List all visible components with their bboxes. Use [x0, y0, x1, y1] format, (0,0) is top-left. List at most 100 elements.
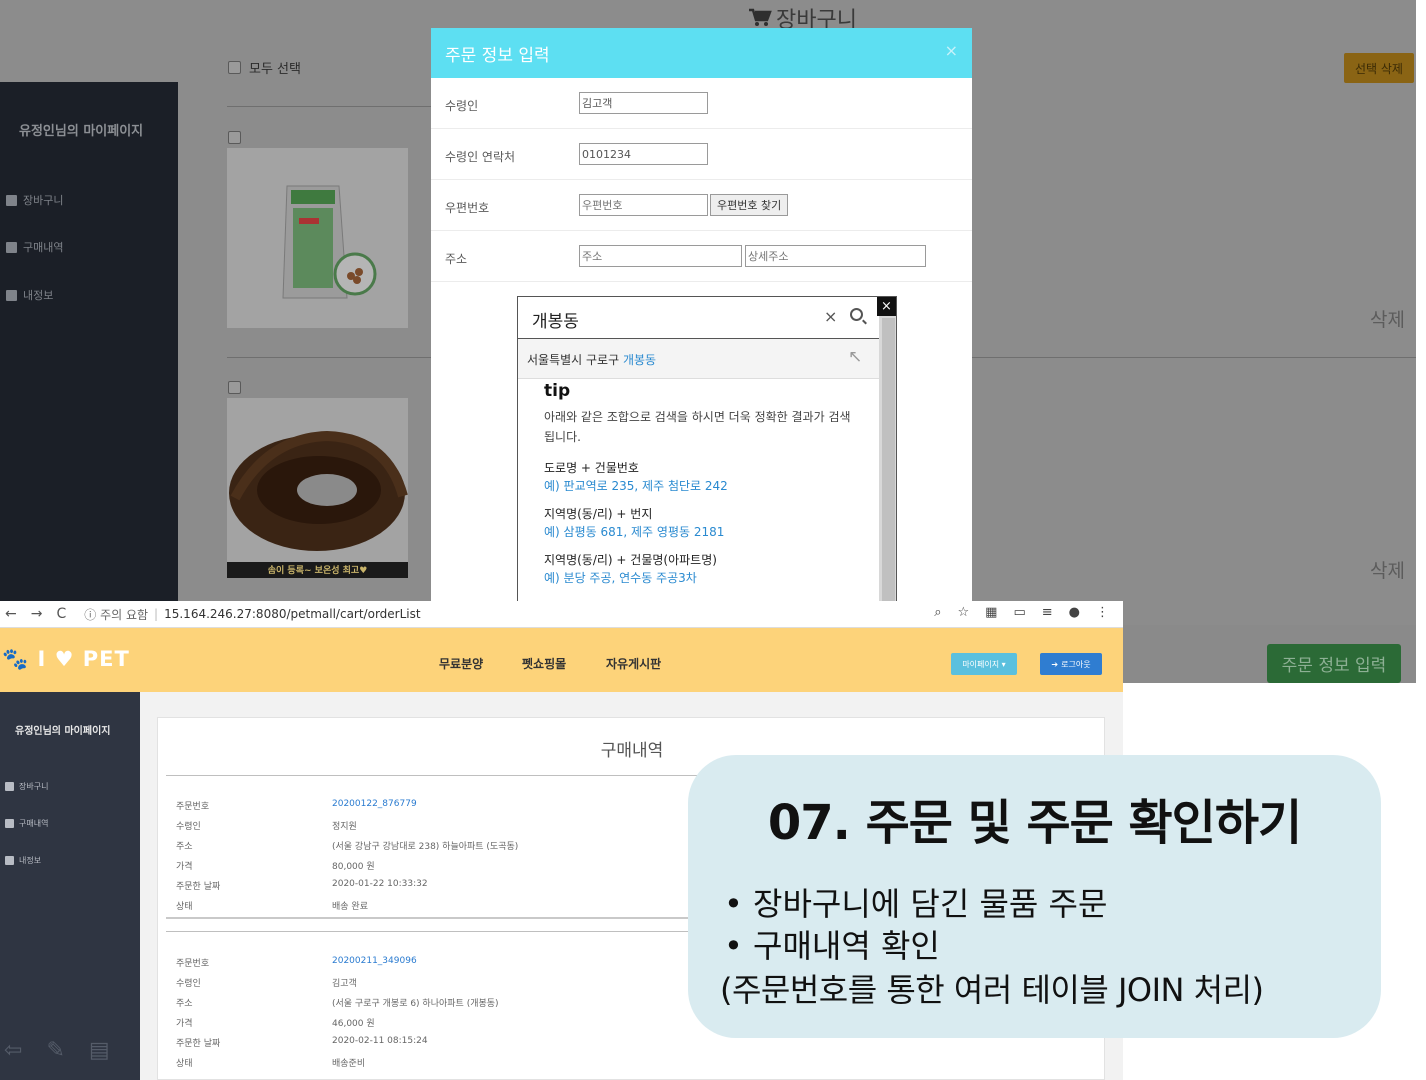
order-field-label: 주문번호 — [176, 959, 210, 969]
product-image-petbed: 솜이 등록~ 보온성 최고♥ — [227, 398, 408, 578]
address-input[interactable] — [579, 245, 742, 267]
sidebar-item-orders[interactable]: 구매내역 — [5, 818, 48, 829]
order-field-label: 상태 — [176, 1059, 193, 1069]
tip-group-example: 예) 삼평동 681, 제주 영평동 2181 — [544, 525, 725, 539]
close-icon[interactable]: × — [945, 41, 958, 60]
order-field-label: 수령인 — [176, 979, 201, 989]
address-detail-input[interactable] — [745, 245, 926, 267]
product-checkbox[interactable] — [228, 381, 241, 394]
reload-icon[interactable]: C — [56, 606, 66, 622]
sidebar-item-orders[interactable]: 구매내역 — [6, 239, 63, 255]
phone-row: 수령인 연락처 — [431, 129, 972, 180]
delete-button[interactable]: 삭제 — [1370, 305, 1405, 332]
cast-icon[interactable]: ▭ — [1013, 605, 1025, 620]
delete-selected-button[interactable]: 선택 삭제 — [1344, 53, 1414, 83]
order-field-label: 가격 — [176, 1019, 193, 1029]
arrow-left-icon[interactable]: ⇦ — [4, 1038, 22, 1063]
forward-icon[interactable]: → — [31, 606, 43, 622]
address-label: 주소 — [445, 252, 468, 266]
address-bar[interactable]: ⓘ 주의 요함 | 15.164.246.27:8080/petmall/car… — [84, 606, 420, 623]
order-row: 상태 배송준비 — [166, 1052, 1096, 1072]
dog-food-bag-icon — [227, 148, 408, 328]
profile-avatar-icon[interactable]: ● — [1069, 605, 1080, 620]
product-caption: 솜이 등록~ 보온성 최고♥ — [267, 566, 368, 576]
phone-input[interactable] — [579, 143, 708, 165]
pencil-icon[interactable]: ✎ — [46, 1038, 64, 1063]
suggestion-text: 서울특별시 구로구 개봉동 — [527, 351, 656, 368]
recipient-label: 수령인 — [445, 99, 479, 113]
sidebar-item-label: 장바구니 — [23, 194, 64, 207]
modal-header: 주문 정보 입력 × — [431, 28, 972, 78]
security-indicator[interactable]: ⓘ 주의 요함 — [84, 606, 148, 623]
order-field-value: 80,000 원 — [332, 862, 375, 872]
list-icon — [6, 241, 17, 253]
nav-free-adoption[interactable]: 무료분양 — [439, 655, 483, 672]
postcode-popup: 개봉동 × × 서울특별시 구로구 개봉동 ↖ tip 아래와 같은 조합으로 … — [517, 296, 897, 628]
order-field-value: 정지원 — [332, 822, 357, 832]
card-icon[interactable]: ▤ — [89, 1038, 110, 1063]
bookmark-star-icon[interactable]: ☆ — [958, 605, 970, 620]
list-icon — [5, 782, 14, 791]
suggestion-highlight: 개봉동 — [622, 353, 657, 367]
popup-scrollbar-thumb[interactable] — [882, 318, 895, 627]
postcode-query-input[interactable]: 개봉동 — [532, 307, 579, 332]
delete-button[interactable]: 삭제 — [1370, 556, 1405, 583]
order-number-link[interactable]: 20200211_349096 — [332, 956, 417, 966]
postcode-tip: tip 아래와 같은 조합으로 검색을 하시면 더욱 정확한 결과가 검색됩니다… — [544, 381, 854, 597]
phone-label: 수령인 연락처 — [445, 150, 516, 164]
postcode-suggestion[interactable]: 서울특별시 구로구 개봉동 ↖ — [518, 339, 879, 379]
tip-group-title: 지역명(동/리) + 건물명(아파트명) — [544, 553, 717, 567]
mypage-button[interactable]: 마이페이지 ▾ — [951, 653, 1017, 675]
url-text[interactable]: 15.164.246.27:8080/petmall/cart/orderLis… — [164, 607, 420, 621]
sidebar-item-label: 내정보 — [23, 289, 54, 302]
callout-bullet: 장바구니에 담긴 물품 주문 — [724, 883, 1107, 925]
search-icon[interactable] — [850, 308, 863, 321]
tip-group-example: 예) 분당 주공, 연수동 주공3차 — [544, 571, 697, 585]
tip-description: 아래와 같은 조합으로 검색을 하시면 더욱 정확한 결과가 검색됩니다. — [544, 410, 851, 444]
logout-button[interactable]: ➔ 로그아웃 — [1040, 653, 1102, 675]
recipient-input[interactable] — [579, 92, 708, 114]
callout-title: 07. 주문 및 주문 확인하기 — [767, 795, 1302, 851]
logout-icon: ➔ — [1051, 659, 1059, 669]
arrow-up-left-icon[interactable]: ↖ — [848, 347, 862, 367]
zip-search-button[interactable]: 우편번호 찾기 — [710, 194, 789, 216]
extension-icon[interactable]: ▦ — [985, 605, 997, 620]
order-field-value: (서울 강남구 강남대로 238) 하늘아파트 (도곡동) — [332, 842, 519, 852]
product-image-dogfood — [227, 148, 408, 328]
close-icon[interactable]: × — [877, 297, 896, 316]
nav-pet-shop[interactable]: 펫쇼핑몰 — [522, 655, 566, 672]
address-row: 주소 — [431, 231, 972, 282]
tip-title: tip — [544, 381, 571, 401]
select-all[interactable]: 모두 선택 — [228, 58, 301, 77]
sidebar-item-myinfo[interactable]: 내정보 — [6, 287, 53, 303]
pet-bed-icon — [227, 398, 408, 578]
order-number-link[interactable]: 20200122_876779 — [332, 799, 417, 809]
order-info-button[interactable]: 주문 정보 입력 — [1267, 644, 1401, 683]
order-field-label: 수령인 — [176, 822, 201, 832]
select-all-checkbox[interactable] — [228, 61, 241, 74]
playlist-icon[interactable]: ≡ — [1042, 605, 1053, 620]
sidebar-title: 유정인님의 마이페이지 — [15, 726, 111, 737]
sidebar-item-cart[interactable]: 장바구니 — [6, 192, 63, 208]
site-header: 🐾 I ♥ PET 무료분양 펫쇼핑몰 자유게시판 마이페이지 ▾ ➔ 로그아웃 — [0, 628, 1123, 692]
order-field-value: 김고객 — [332, 979, 357, 989]
popup-scrollbar[interactable] — [879, 316, 896, 627]
zip-input[interactable] — [579, 194, 708, 216]
back-icon[interactable]: ← — [5, 606, 17, 622]
callout-bullet: 구매내역 확인 — [724, 925, 1107, 967]
tip-group-title: 지역명(동/리) + 번지 — [544, 507, 653, 521]
tip-group-example: 예) 판교역로 235, 제주 첨단로 242 — [544, 479, 728, 493]
clear-icon[interactable]: × — [824, 307, 837, 326]
product-checkbox[interactable] — [228, 131, 241, 144]
sidebar-title: 유정인님의 마이페이지 — [19, 124, 144, 139]
order-field-value: 2020-02-11 08:15:24 — [332, 1036, 428, 1046]
zip-label: 우편번호 — [445, 201, 490, 215]
mypage-sidebar: 유정인님의 마이페이지 장바구니 구매내역 내정보 — [0, 82, 178, 683]
site-logo[interactable]: 🐾 I ♥ PET — [2, 647, 130, 672]
sidebar-item-cart[interactable]: 장바구니 — [5, 781, 48, 792]
zoom-icon[interactable]: ⌕ — [934, 605, 941, 620]
more-menu-icon[interactable]: ⋮ — [1096, 605, 1109, 620]
list-icon — [5, 819, 14, 828]
nav-board[interactable]: 자유게시판 — [606, 655, 661, 672]
sidebar-item-myinfo[interactable]: 내정보 — [5, 855, 41, 866]
